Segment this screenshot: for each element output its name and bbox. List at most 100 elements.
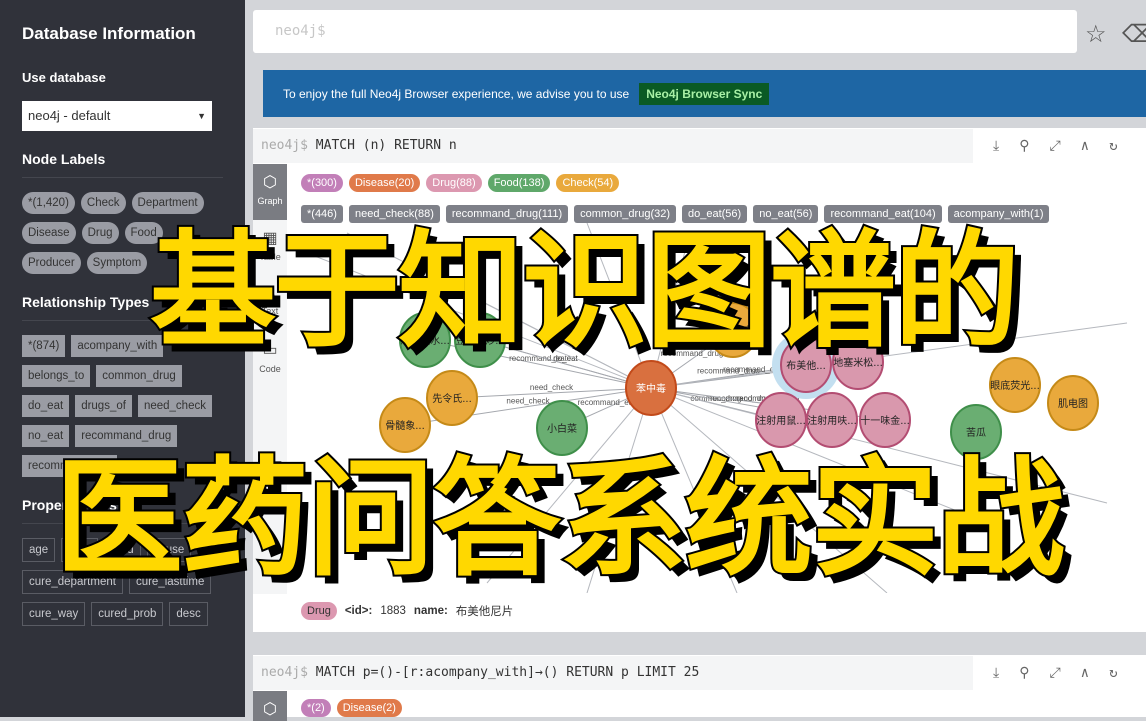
rerun-icon[interactable]: ↻ <box>1109 665 1117 681</box>
property-key-tag[interactable]: cured_prob <box>91 602 164 626</box>
graph-node[interactable]: 布美他... <box>780 337 832 393</box>
relationship-pill[interactable]: no_eat(56) <box>753 205 819 223</box>
node-label[interactable]: 眼底荧光... <box>990 379 1040 392</box>
edge-label: need_check <box>506 397 550 406</box>
tab-label: Table <box>259 252 281 262</box>
graph-node[interactable]: 海参（水... <box>399 312 451 368</box>
graph-edge <box>479 339 652 389</box>
node-label-tag[interactable]: Check <box>80 192 126 214</box>
relationship-pill[interactable]: need_check(88) <box>348 205 440 223</box>
label-pill[interactable]: *(2) <box>301 699 331 717</box>
node-label-tag[interactable]: Symptom <box>86 252 148 274</box>
node-label[interactable]: 苦瓜 <box>966 426 986 439</box>
node-label[interactable]: 苯中毒 <box>636 382 666 395</box>
node-label[interactable]: 海参（水... <box>400 334 450 347</box>
node-label[interactable]: 肺部检查 <box>713 324 753 337</box>
property-key-tag[interactable]: cure_way <box>22 602 86 626</box>
expand-icon[interactable]: ⤢ <box>1049 665 1060 681</box>
node-label[interactable]: 豆腐干炒... <box>455 334 505 347</box>
tab-text[interactable]: A Text <box>253 276 287 332</box>
property-key-tag[interactable]: desc <box>169 602 208 626</box>
label-pill[interactable]: Drug(88) <box>426 174 482 192</box>
relationship-pill[interactable]: acompany_with(1) <box>947 205 1050 223</box>
graph-node[interactable]: 注射用呋... <box>806 392 858 448</box>
graph-node[interactable]: 十一味金... <box>859 392 911 448</box>
node-label[interactable]: 先令氏... <box>432 392 472 405</box>
relationship-type-tag[interactable]: recommand_drug <box>75 425 178 447</box>
property-key-tag[interactable]: born <box>61 538 99 562</box>
tab-code[interactable]: ▭ Code <box>253 332 287 388</box>
code-icon: ▭ <box>262 342 278 359</box>
tab-graph[interactable]: ⬡ Graph <box>253 164 287 220</box>
graph-node[interactable]: 苦瓜 <box>950 404 1002 460</box>
relationship-type-tag[interactable]: do_eat <box>22 395 70 417</box>
relationship-pill[interactable]: *(446) <box>301 205 343 223</box>
relationship-pill[interactable]: do_eat(56) <box>682 205 748 223</box>
collapse-icon[interactable]: ∧ <box>1081 138 1089 154</box>
property-key-tag[interactable]: cure_department <box>22 570 123 594</box>
graph-node[interactable]: 苯中毒 <box>625 360 677 416</box>
relationship-type-tag[interactable]: common_drug <box>96 365 182 387</box>
property-key-tag[interactable]: cause <box>146 538 192 562</box>
node-label[interactable]: 注射用鼠... <box>756 414 806 427</box>
download-icon[interactable]: ⤓ <box>993 138 999 154</box>
relationship-type-tag[interactable]: need_check <box>137 395 212 417</box>
frame-query[interactable]: neo4j$ MATCH (n) RETURN n <box>253 129 973 163</box>
query-editor[interactable]: neo4j$ <box>253 10 1077 53</box>
download-icon[interactable]: ⤓ <box>993 665 999 681</box>
label-pill[interactable]: Check(54) <box>556 174 620 192</box>
graph-node[interactable]: 眼底荧光... <box>989 357 1041 413</box>
node-label-badge[interactable]: Drug <box>301 602 337 620</box>
graph-node[interactable]: 肌电图 <box>1047 375 1099 431</box>
relationship-pill[interactable]: recommand_eat(104) <box>824 205 942 223</box>
node-label[interactable]: 骨髓象... <box>385 419 425 432</box>
star-icon[interactable]: ☆ <box>1085 20 1107 49</box>
relationship-type-tag[interactable]: belongs_to <box>22 365 91 387</box>
graph-node[interactable]: 注射用鼠... <box>755 392 807 448</box>
node-label-tag[interactable]: Producer <box>22 252 81 274</box>
rerun-icon[interactable]: ↻ <box>1109 138 1117 154</box>
property-key-tag[interactable]: cure_lasttime <box>128 570 212 594</box>
database-select[interactable]: neo4j - default ▼ <box>22 101 212 131</box>
graph-canvas[interactable]: do_eatrecommand_eatno_eatneed_checkneed_… <box>287 223 1146 593</box>
node-label[interactable]: 十一味金... <box>860 414 910 427</box>
relationship-type-tag[interactable]: *(874) <box>22 335 66 357</box>
relationship-type-tag[interactable]: drugs_of <box>75 395 132 417</box>
relationship-type-tag[interactable]: no_eat <box>22 425 70 447</box>
node-label[interactable]: 小白菜 <box>547 422 577 435</box>
relationship-type-tag[interactable]: recommand_eat <box>22 455 118 477</box>
tab-table[interactable]: ▦ Table <box>253 220 287 276</box>
collapse-icon[interactable]: ∧ <box>1081 665 1089 681</box>
node-label-tag[interactable]: Food <box>124 222 163 244</box>
pin-icon[interactable]: ⚲ <box>1019 138 1029 154</box>
relationship-pill[interactable]: common_drug(32) <box>574 205 676 223</box>
label-pill[interactable]: Disease(2) <box>336 699 402 717</box>
node-label[interactable]: 布美他... <box>786 359 826 372</box>
graph-node[interactable]: 骨髓象... <box>379 397 431 453</box>
expand-icon[interactable]: ⤢ <box>1049 138 1060 154</box>
graph-node[interactable]: 豆腐干炒... <box>454 312 506 368</box>
label-pill[interactable]: Disease(20) <box>348 174 421 192</box>
node-label-tag[interactable]: Department <box>131 192 204 214</box>
graph-node[interactable]: 地塞米松... <box>832 334 884 390</box>
node-label[interactable]: 注射用呋... <box>807 414 857 427</box>
graph-node[interactable]: 小白菜 <box>536 400 588 456</box>
pin-icon[interactable]: ⚲ <box>1019 665 1029 681</box>
node-label-tag[interactable]: *(1,420) <box>22 192 75 214</box>
node-label-tag[interactable]: Disease <box>22 222 76 244</box>
eraser-icon[interactable]: ⌫ <box>1122 20 1146 49</box>
graph-node[interactable]: 肺部检查 <box>707 302 759 358</box>
label-pill[interactable]: Food(138) <box>487 174 551 192</box>
node-label-tag[interactable]: Drug <box>81 222 119 244</box>
label-pill[interactable]: *(300) <box>301 174 343 192</box>
relationship-type-tag[interactable]: acompany_with <box>71 335 164 357</box>
graph-node[interactable]: 先令氏... <box>426 370 478 426</box>
node-label[interactable]: 地塞米松... <box>833 356 883 369</box>
relationship-pill[interactable]: recommand_drug(111) <box>445 205 569 223</box>
property-key-tag[interactable]: age <box>22 538 56 562</box>
browser-sync-button[interactable]: Neo4j Browser Sync <box>639 82 770 105</box>
property-key-tag[interactable]: card <box>104 538 141 562</box>
node-label[interactable]: 肌电图 <box>1058 397 1088 410</box>
graph-edge <box>650 387 738 593</box>
frame-query[interactable]: neo4j$ MATCH p=()-[r:acompany_with]→() R… <box>253 656 973 690</box>
